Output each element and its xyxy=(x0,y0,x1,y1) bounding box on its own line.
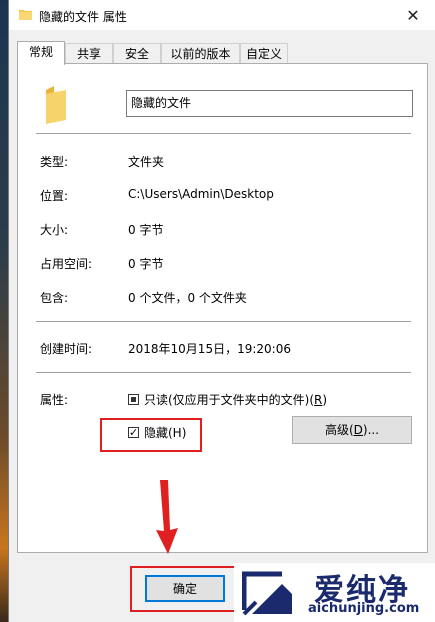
size-label: 大小: xyxy=(40,223,69,237)
highlight-box xyxy=(100,418,202,452)
created-label: 创建时间: xyxy=(40,342,93,356)
properties-window: 隐藏的文件 属性 ✕ 常规 共享 安全 以前的版本 自定义 隐藏的文件 类型: … xyxy=(8,0,435,622)
separator xyxy=(36,372,411,373)
type-label: 类型: xyxy=(40,155,69,169)
folder-icon xyxy=(19,10,32,20)
folder-name-input[interactable]: 隐藏的文件 xyxy=(126,90,413,117)
brand-logo-icon xyxy=(242,571,292,616)
folder-icon xyxy=(46,86,66,124)
disk-size-value: 0 字节 xyxy=(128,257,164,271)
tab-general[interactable]: 常规 xyxy=(17,41,65,65)
location-label: 位置: xyxy=(40,189,69,203)
title-bar: 隐藏的文件 属性 ✕ xyxy=(9,0,435,30)
size-value: 0 字节 xyxy=(128,223,164,237)
disk-size-label: 占用空间: xyxy=(40,257,93,271)
created-value: 2018年10月15日，19:20:06 xyxy=(128,342,291,356)
watermark-url: aichunjing.com xyxy=(308,601,420,616)
tab-customize[interactable]: 自定义 xyxy=(240,43,288,63)
watermark: 爱纯净 aichunjing.com xyxy=(234,563,435,622)
tab-security[interactable]: 安全 xyxy=(113,43,161,63)
contains-value: 0 个文件，0 个文件夹 xyxy=(128,291,247,305)
separator xyxy=(36,321,411,322)
ok-button[interactable]: 确定 xyxy=(145,575,225,602)
close-button[interactable]: ✕ xyxy=(390,0,435,30)
advanced-button[interactable]: 高级(D)... xyxy=(292,416,412,444)
arrow-down-icon xyxy=(156,480,178,554)
location-value: C:\Users\Admin\Desktop xyxy=(128,187,274,201)
tab-previous-versions[interactable]: 以前的版本 xyxy=(161,43,240,63)
attributes-label: 属性: xyxy=(40,393,69,407)
type-value: 文件夹 xyxy=(128,155,165,169)
tab-sharing[interactable]: 共享 xyxy=(65,43,113,63)
general-panel: 隐藏的文件 类型: 文件夹 位置: C:\Users\Admin\Desktop… xyxy=(17,63,428,554)
readonly-checkbox[interactable] xyxy=(128,394,139,405)
readonly-label[interactable]: 只读(仅应用于文件夹中的文件)(R) xyxy=(144,391,327,408)
separator xyxy=(36,133,411,134)
window-title: 隐藏的文件 属性 xyxy=(39,10,127,24)
contains-label: 包含: xyxy=(40,291,69,305)
